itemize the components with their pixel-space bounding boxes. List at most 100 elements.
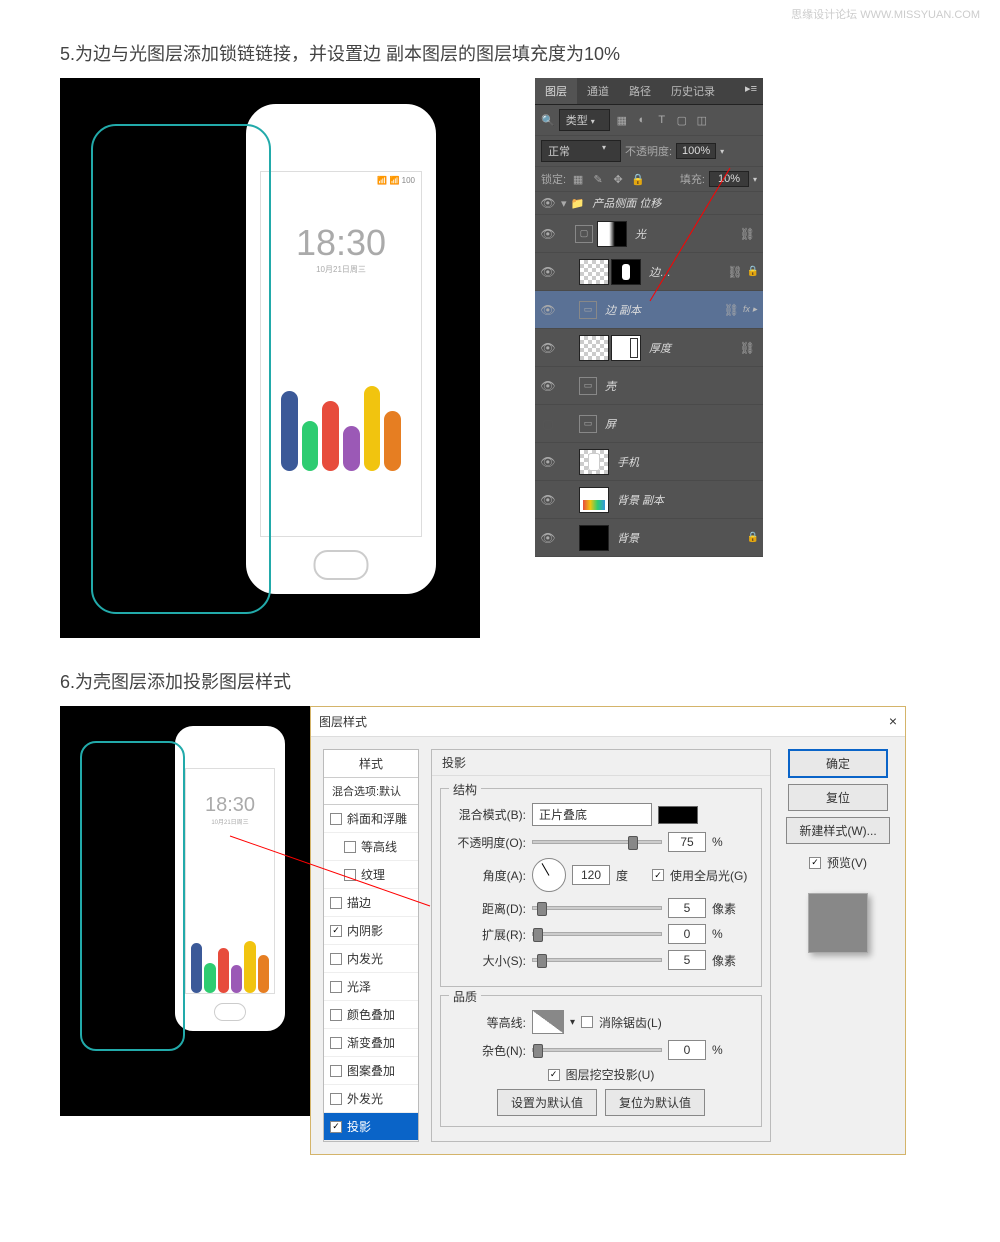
layer-row-selected[interactable]: 👁 ▭ 边 副本 ⛓ fx ▸ xyxy=(535,291,763,329)
panel-menu-icon[interactable]: ▸≡ xyxy=(739,78,763,104)
style-item-bevel[interactable]: 斜面和浮雕 xyxy=(324,805,418,833)
tab-channels[interactable]: 通道 xyxy=(577,78,619,104)
lock-transparency-icon[interactable]: ▦ xyxy=(570,171,586,187)
link-icon[interactable]: ⛓ xyxy=(727,265,742,279)
checkbox[interactable] xyxy=(330,1009,342,1021)
opacity-input[interactable]: 75 xyxy=(668,832,706,852)
size-slider[interactable] xyxy=(532,958,662,962)
style-item-pattern-overlay[interactable]: 图案叠加 xyxy=(324,1057,418,1085)
layer-group-row[interactable]: 👁 ▾ 📁 产品侧面 位移 xyxy=(535,192,763,215)
global-light-checkbox[interactable] xyxy=(652,869,664,881)
blend-mode-select[interactable]: 正常 ▾ xyxy=(541,140,621,162)
spread-slider[interactable] xyxy=(532,932,662,936)
distance-slider[interactable] xyxy=(532,906,662,910)
layer-row[interactable]: 👁 背景 🔒 xyxy=(535,519,763,557)
visibility-icon[interactable]: 👁 xyxy=(539,455,557,469)
close-icon[interactable]: × xyxy=(889,713,897,730)
visibility-icon[interactable]: 👁 xyxy=(539,341,557,355)
antialias-checkbox[interactable] xyxy=(581,1016,593,1028)
spread-input[interactable]: 0 xyxy=(668,924,706,944)
checkbox[interactable] xyxy=(330,1093,342,1105)
filter-adjust-icon[interactable]: ◐ xyxy=(634,112,650,128)
styles-header[interactable]: 样式 xyxy=(324,750,418,778)
layer-row[interactable]: 👁 ▢ 光 ⛓ xyxy=(535,215,763,253)
link-icon[interactable]: ⛓ xyxy=(740,341,755,355)
styles-list: 样式 混合选项:默认 斜面和浮雕 等高线 纹理 描边 内阴影 内发光 光泽 颜色… xyxy=(323,749,419,1142)
checkbox[interactable] xyxy=(330,1121,342,1133)
opacity-slider[interactable] xyxy=(532,840,662,844)
filter-smart-icon[interactable]: ◫ xyxy=(694,112,710,128)
style-item-inner-glow[interactable]: 内发光 xyxy=(324,945,418,973)
lock-brush-icon[interactable]: ✎ xyxy=(590,171,606,187)
checkbox[interactable] xyxy=(330,981,342,993)
visibility-icon[interactable]: 👁 xyxy=(539,303,557,317)
style-item-inner-shadow[interactable]: 内阴影 xyxy=(324,917,418,945)
style-item-outer-glow[interactable]: 外发光 xyxy=(324,1085,418,1113)
collapse-icon[interactable]: ▾ xyxy=(561,197,567,210)
cancel-button[interactable]: 复位 xyxy=(788,784,888,811)
checkbox[interactable] xyxy=(330,953,342,965)
reset-default-button[interactable]: 复位为默认值 xyxy=(605,1089,705,1116)
layer-row[interactable]: 👁 ▭ 壳 xyxy=(535,367,763,405)
new-style-button[interactable]: 新建样式(W)... xyxy=(786,817,889,844)
fill-input[interactable]: 10% xyxy=(709,171,749,187)
preview-checkbox[interactable] xyxy=(809,857,821,869)
contour-dropdown-icon[interactable]: ▾ xyxy=(570,1017,575,1028)
tab-history[interactable]: 历史记录 xyxy=(661,78,725,104)
opacity-dropdown-icon[interactable]: ▾ xyxy=(720,147,724,156)
filter-type-select[interactable]: 类型 ▾ xyxy=(559,109,610,131)
distance-input[interactable]: 5 xyxy=(668,898,706,918)
size-input[interactable]: 5 xyxy=(668,950,706,970)
style-item-texture[interactable]: 纹理 xyxy=(324,861,418,889)
style-item-gradient-overlay[interactable]: 渐变叠加 xyxy=(324,1029,418,1057)
style-item-drop-shadow[interactable]: 投影 xyxy=(324,1113,418,1141)
angle-dial[interactable] xyxy=(532,858,566,892)
visibility-icon[interactable]: 👁 xyxy=(539,196,557,210)
color-swatch[interactable] xyxy=(658,806,698,824)
style-item-stroke[interactable]: 描边 xyxy=(324,889,418,917)
checkbox[interactable] xyxy=(330,897,342,909)
link-icon[interactable]: ⛓ xyxy=(740,227,755,241)
layer-row[interactable]: ▢ ▭ 屏 xyxy=(535,405,763,443)
layer-row[interactable]: 👁 厚度 ⛓ xyxy=(535,329,763,367)
style-item-satin[interactable]: 光泽 xyxy=(324,973,418,1001)
visibility-icon[interactable]: 👁 xyxy=(539,493,557,507)
visibility-icon[interactable]: 👁 xyxy=(539,379,557,393)
fx-badge[interactable]: fx ▸ xyxy=(743,304,757,315)
layer-row[interactable]: 👁 背景 副本 xyxy=(535,481,763,519)
checkbox[interactable] xyxy=(344,869,356,881)
set-default-button[interactable]: 设置为默认值 xyxy=(497,1089,597,1116)
contour-picker[interactable] xyxy=(532,1010,564,1034)
visibility-icon[interactable]: 👁 xyxy=(539,265,557,279)
visibility-icon[interactable]: ▢ xyxy=(539,417,557,431)
tab-layers[interactable]: 图层 xyxy=(535,78,577,104)
filter-pixel-icon[interactable]: ▦ xyxy=(614,112,630,128)
checkbox[interactable] xyxy=(330,925,342,937)
ok-button[interactable]: 确定 xyxy=(788,749,888,778)
filter-shape-icon[interactable]: ▢ xyxy=(674,112,690,128)
blend-mode-select[interactable]: 正片叠底 xyxy=(532,803,652,826)
blend-options[interactable]: 混合选项:默认 xyxy=(324,778,418,805)
noise-input[interactable]: 0 xyxy=(668,1040,706,1060)
tab-paths[interactable]: 路径 xyxy=(619,78,661,104)
checkbox[interactable] xyxy=(330,813,342,825)
lock-move-icon[interactable]: ✥ xyxy=(610,171,626,187)
checkbox[interactable] xyxy=(344,841,356,853)
link-icon[interactable]: ⛓ xyxy=(724,303,739,317)
knockout-checkbox[interactable] xyxy=(548,1069,560,1081)
fill-dropdown-icon[interactable]: ▾ xyxy=(753,175,757,184)
checkbox[interactable] xyxy=(330,1065,342,1077)
style-item-contour[interactable]: 等高线 xyxy=(324,833,418,861)
style-label: 图案叠加 xyxy=(347,1062,395,1079)
layer-row[interactable]: 👁 边… ⛓ 🔒 xyxy=(535,253,763,291)
noise-slider[interactable] xyxy=(532,1048,662,1052)
checkbox[interactable] xyxy=(330,1037,342,1049)
visibility-icon[interactable]: 👁 xyxy=(539,531,557,545)
layer-row[interactable]: 👁 手机 xyxy=(535,443,763,481)
visibility-icon[interactable]: 👁 xyxy=(539,227,557,241)
opacity-input[interactable]: 100% xyxy=(676,143,716,159)
style-item-color-overlay[interactable]: 颜色叠加 xyxy=(324,1001,418,1029)
filter-type-icon[interactable]: T xyxy=(654,112,670,128)
angle-input[interactable]: 120 xyxy=(572,865,610,885)
lock-all-icon[interactable]: 🔒 xyxy=(630,171,646,187)
